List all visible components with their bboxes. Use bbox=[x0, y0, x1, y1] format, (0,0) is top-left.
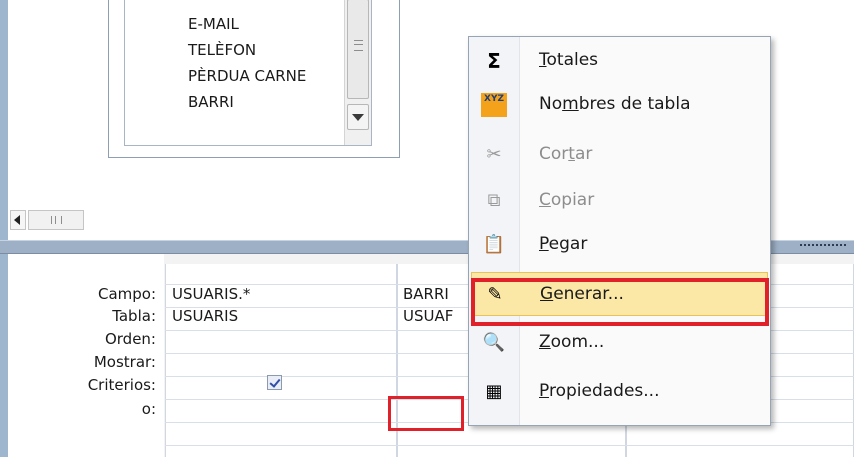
cell-tabla-2[interactable]: USUAF bbox=[403, 307, 453, 325]
menu-item-zoom[interactable]: 🔍 Zoom... bbox=[471, 321, 768, 365]
field-item-barri[interactable]: BARRI bbox=[188, 93, 234, 111]
context-menu: Σ Totales XYZ Nombres de tabla ✂ Cortar ⧉ Copia… bbox=[468, 36, 771, 426]
table-names-icon: XYZ bbox=[481, 93, 507, 117]
row-label-tabla: Tabla: bbox=[112, 307, 156, 325]
grip-icon bbox=[354, 40, 363, 51]
menu-item-cortar: ✂ Cortar bbox=[471, 133, 768, 177]
row-label-mostrar: Mostrar: bbox=[93, 353, 156, 371]
menu-item-totales[interactable]: Σ Totales bbox=[471, 39, 768, 83]
field-list-scrollbar[interactable] bbox=[344, 0, 371, 145]
grid-row-divider bbox=[165, 445, 854, 446]
row-label-orden: Orden: bbox=[104, 330, 156, 348]
menu-item-nombresdetabla[interactable]: XYZ Nombres de tabla bbox=[471, 83, 768, 127]
menu-item-copiar: ⧉ Copiar bbox=[471, 179, 768, 223]
menu-item-label: Copiar bbox=[539, 190, 595, 210]
zoom-icon: 🔍 bbox=[482, 332, 506, 353]
scroll-thumb[interactable] bbox=[347, 0, 369, 99]
menu-item-pegar[interactable]: 📋 Pegar bbox=[471, 223, 768, 267]
scroll-down-arrow-icon[interactable] bbox=[347, 104, 369, 130]
cell-tabla-1[interactable]: USUARIS bbox=[172, 307, 238, 325]
field-item-email[interactable]: E-MAIL bbox=[188, 15, 239, 33]
row-label-o: o: bbox=[141, 400, 156, 418]
cell-campo-1[interactable]: USUARIS.* bbox=[172, 285, 250, 303]
field-item-perdua-carne[interactable]: PÈRDUA CARNE bbox=[188, 67, 306, 85]
grip-icon bbox=[51, 216, 62, 224]
row-label-campo: Campo: bbox=[97, 285, 156, 303]
menu-item-label: Cortar bbox=[539, 144, 593, 164]
menu-item-label: Propiedades... bbox=[539, 381, 660, 401]
cell-campo-2[interactable]: BARRI bbox=[403, 285, 449, 303]
scissors-icon: ✂ bbox=[486, 144, 502, 165]
copy-icon: ⧉ bbox=[487, 190, 501, 211]
properties-icon: ▦ bbox=[485, 381, 503, 402]
menu-item-label: Nombres de tabla bbox=[539, 94, 691, 114]
horizontal-scroll-thumb[interactable] bbox=[28, 210, 84, 230]
scroll-left-arrow-icon[interactable] bbox=[10, 210, 26, 230]
splitter-grip-icon bbox=[800, 244, 846, 250]
row-label-criterios: Criterios: bbox=[87, 376, 156, 394]
generar-highlight-box bbox=[471, 278, 769, 326]
grid-row-labels: Campo: Tabla: Orden: Mostrar: Criterios:… bbox=[8, 254, 164, 457]
field-item-telefon[interactable]: TELÈFON bbox=[188, 41, 256, 59]
menu-item-propiedades[interactable]: ▦ Propiedades... bbox=[471, 370, 768, 414]
field-list-box[interactable]: E-MAIL TELÈFON PÈRDUA CARNE BARRI bbox=[124, 0, 372, 146]
menu-item-label: Pegar bbox=[539, 234, 588, 254]
paste-icon: 📋 bbox=[482, 234, 506, 255]
menu-item-label: Zoom... bbox=[539, 332, 605, 352]
criteria-cell-highlight[interactable] bbox=[388, 396, 464, 431]
sigma-icon: Σ bbox=[487, 49, 501, 73]
menu-item-label: Totales bbox=[539, 50, 599, 70]
show-checkbox[interactable] bbox=[267, 375, 282, 390]
